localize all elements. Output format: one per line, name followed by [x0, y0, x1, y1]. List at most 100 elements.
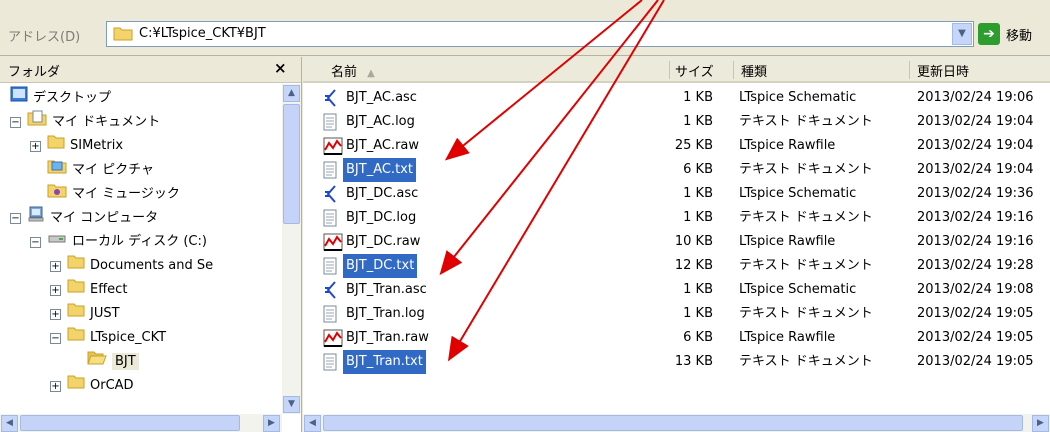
file-type: LTspice Rawfile: [739, 138, 836, 153]
file-name: BJT_Tran.log: [346, 306, 425, 321]
file-row[interactable]: BJT_DC.txt 12 KB テキスト ドキュメント 2013/02/24 19:…: [303, 254, 1050, 278]
go-button[interactable]: ➔ 移動: [978, 21, 1050, 47]
scroll-thumb[interactable]: [323, 415, 1023, 431]
scroll-right-button[interactable]: ▶: [1032, 415, 1049, 432]
file-name: BJT_DC.log: [346, 210, 417, 225]
expand-icon[interactable]: +: [50, 380, 61, 392]
file-date: 2013/02/24 19:05: [917, 330, 1034, 345]
scroll-down-button[interactable]: ▼: [283, 396, 300, 413]
file-row[interactable]: BJT_AC.asc 1 KB LTspice Schematic 2013/02/2…: [303, 86, 1050, 110]
file-row[interactable]: BJT_AC.log 1 KB テキスト ドキュメント 2013/02/24 19:0…: [303, 110, 1050, 134]
folder-open-icon: [87, 350, 107, 374]
tree-item[interactable]: − マイ ドキュメント: [10, 110, 160, 134]
file-row[interactable]: BJT_DC.log 1 KB テキスト ドキュメント 2013/02/24 19:1…: [303, 206, 1050, 230]
tree-item[interactable]: − ローカル ディスク (C:): [30, 230, 207, 254]
file-type: テキスト ドキュメント: [739, 354, 873, 369]
file-date: 2013/02/24 19:05: [917, 354, 1034, 369]
column-header-size[interactable]: サイズ: [675, 61, 714, 80]
column-header-date[interactable]: 更新日時: [917, 61, 969, 80]
list-horizontal-scrollbar[interactable]: ◀ ▶: [303, 414, 1050, 432]
file-row[interactable]: BJT_DC.asc 1 KB LTspice Schematic 2013/02/2…: [303, 182, 1050, 206]
file-type: LTspice Rawfile: [739, 234, 836, 249]
tree-item[interactable]: + Effect: [50, 278, 127, 302]
file-size: 1 KB: [683, 90, 713, 105]
file-name: BJT_DC.asc: [346, 186, 419, 201]
chevron-down-icon: ▼: [958, 28, 966, 39]
scroll-thumb[interactable]: [20, 415, 240, 431]
file-size: 1 KB: [683, 306, 713, 321]
column-header-name-label: 名前: [331, 65, 358, 80]
file-row[interactable]: BJT_Tran.asc 1 KB LTspice Schematic 2013/02…: [303, 278, 1050, 302]
file-type: テキスト ドキュメント: [739, 162, 873, 177]
file-name: BJT_DC.txt: [343, 254, 418, 278]
tree-item[interactable]: + Documents and Se: [50, 254, 213, 278]
close-icon[interactable]: ×: [274, 59, 287, 77]
tree-horizontal-scrollbar[interactable]: ◀ ▶: [0, 414, 282, 432]
folder-icon: [67, 254, 85, 278]
file-date: 2013/02/24 19:04: [917, 114, 1034, 129]
my-computer-icon: [27, 206, 45, 231]
file-type: LTspice Schematic: [739, 282, 857, 297]
file-row[interactable]: BJT_DC.raw 10 KB LTspice Rawfile 2013/02/24…: [303, 230, 1050, 254]
file-size: 1 KB: [683, 282, 713, 297]
file-date: 2013/02/24 19:04: [917, 162, 1034, 177]
column-header-name[interactable]: 名前 ▲: [331, 61, 375, 80]
tree-item[interactable]: + OrCAD: [50, 374, 134, 398]
file-row[interactable]: BJT_AC.raw 25 KB LTspice Rawfile 2013/02/24…: [303, 134, 1050, 158]
tree-vertical-scrollbar[interactable]: ▲ ▼: [282, 84, 301, 414]
tree-item[interactable]: マイ ピクチャ: [30, 158, 154, 182]
tree-item-label: マイ ミュージック: [72, 186, 180, 202]
file-row[interactable]: BJT_Tran.txt 13 KB テキスト ドキュメント 2013/02/24 1…: [303, 350, 1050, 374]
collapse-icon[interactable]: −: [10, 117, 21, 128]
tree-item-label: OrCAD: [90, 378, 134, 393]
tree-item-label: ローカル ディスク (C:): [72, 234, 207, 249]
tree-item[interactable]: デスクトップ: [10, 86, 111, 110]
file-row[interactable]: BJT_Tran.log 1 KB テキスト ドキュメント 2013/02/24 19…: [303, 302, 1050, 326]
scroll-left-button[interactable]: ◀: [1, 415, 18, 432]
expand-icon[interactable]: +: [50, 284, 61, 296]
column-separator[interactable]: [669, 61, 670, 79]
file-name: BJT_Tran.raw: [346, 330, 429, 345]
my-music-icon: [47, 182, 67, 207]
text-document-icon: [323, 353, 337, 380]
scroll-left-button[interactable]: ◀: [304, 415, 321, 432]
file-list-pane: 名前 ▲ サイズ 種類 更新日時 BJT_AC.asc 1 KB LTspice S…: [303, 57, 1050, 432]
tree-item[interactable]: − マイ コンピュータ: [10, 206, 158, 230]
expand-icon[interactable]: +: [50, 260, 61, 272]
tree-item-label: マイ ピクチャ: [72, 162, 155, 178]
tree-item[interactable]: + JUST: [50, 302, 120, 326]
expand-icon[interactable]: +: [30, 140, 41, 152]
file-size: 10 KB: [674, 234, 713, 249]
folder-tree: デスクトップ − マイ ドキュメント + SIMetrix マイ ピクチャマイ ミュージッ…: [0, 84, 282, 414]
file-date: 2013/02/24 19:08: [917, 282, 1034, 297]
column-separator[interactable]: [733, 61, 734, 79]
file-name: BJT_AC.log: [346, 114, 415, 129]
file-type: テキスト ドキュメント: [739, 258, 873, 273]
tree-item-label: Effect: [90, 282, 128, 297]
collapse-icon[interactable]: −: [10, 213, 21, 224]
address-input[interactable]: C:¥LTspice_CKT¥BJT ▼: [106, 21, 974, 47]
address-path: C:¥LTspice_CKT¥BJT: [139, 26, 266, 41]
collapse-icon[interactable]: −: [50, 332, 61, 344]
file-name: BJT_AC.asc: [346, 90, 417, 105]
file-type: テキスト ドキュメント: [739, 114, 873, 129]
scroll-thumb[interactable]: [283, 104, 300, 224]
scroll-right-button[interactable]: ▶: [263, 415, 280, 432]
column-separator[interactable]: [909, 61, 910, 79]
collapse-icon[interactable]: −: [30, 236, 41, 248]
my-pictures-icon: [47, 158, 67, 183]
file-row[interactable]: BJT_AC.txt 6 KB テキスト ドキュメント 2013/02/24 19:0…: [303, 158, 1050, 182]
column-header-type[interactable]: 種類: [741, 61, 767, 80]
file-row[interactable]: BJT_Tran.raw 6 KB LTspice Rawfile 2013/02/2…: [303, 326, 1050, 350]
tree-item[interactable]: + SIMetrix: [30, 134, 123, 158]
tree-item[interactable]: − LTspice_CKT: [50, 326, 166, 350]
tree-item-label: JUST: [90, 306, 120, 321]
expand-icon[interactable]: +: [50, 308, 61, 320]
tree-item[interactable]: マイ ミュージック: [30, 182, 180, 206]
tree-item[interactable]: BJT: [70, 350, 139, 374]
folder-icon: [67, 278, 85, 302]
tree-item-label: マイ ドキュメント: [52, 114, 161, 130]
address-dropdown-button[interactable]: ▼: [952, 23, 972, 45]
file-name: BJT_Tran.txt: [343, 350, 426, 374]
scroll-up-button[interactable]: ▲: [283, 85, 300, 102]
